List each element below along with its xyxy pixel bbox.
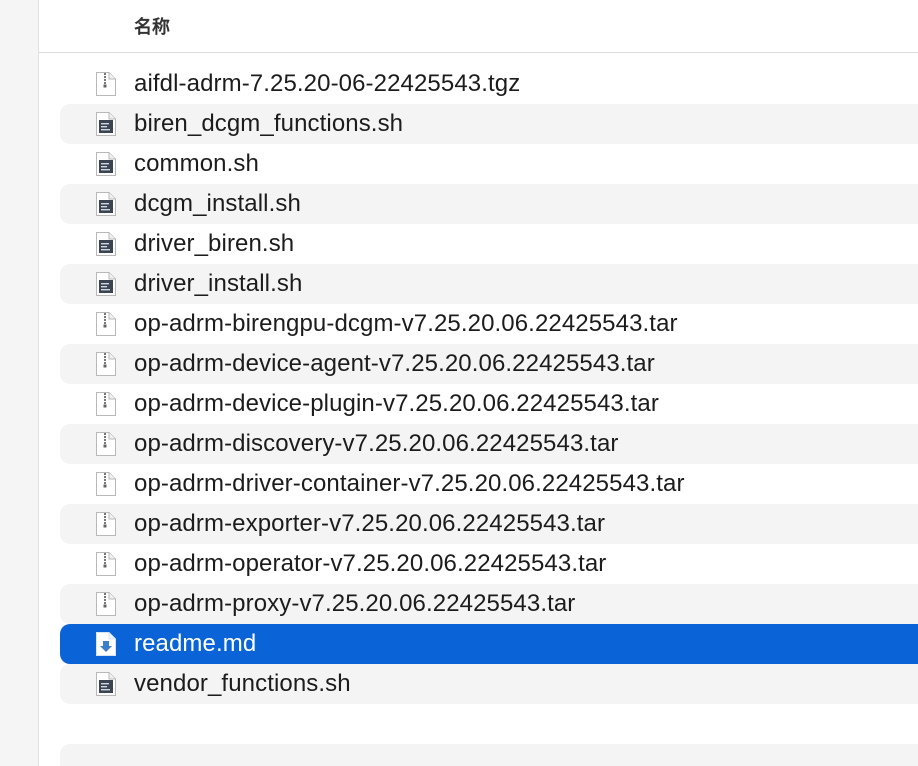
file-row[interactable]: op-adrm-operator-v7.25.20.06.22425543.ta…	[60, 544, 918, 584]
file-name: dcgm_install.sh	[134, 190, 301, 217]
file-name: op-adrm-proxy-v7.25.20.06.22425543.tar	[134, 590, 576, 617]
file-row[interactable]: op-adrm-device-agent-v7.25.20.06.2242554…	[60, 344, 918, 384]
file-name: op-adrm-exporter-v7.25.20.06.22425543.ta…	[134, 510, 606, 537]
script-file-icon	[95, 191, 117, 217]
archive-file-icon	[95, 391, 117, 417]
file-name: common.sh	[134, 150, 259, 177]
archive-file-icon	[95, 591, 117, 617]
finder-window: 名称 aifdl-adrm-7.25.20-06-22425543.tgz bi…	[0, 0, 918, 766]
file-row[interactable]: op-adrm-device-plugin-v7.25.20.06.224255…	[60, 384, 918, 424]
file-name: op-adrm-device-plugin-v7.25.20.06.224255…	[134, 390, 659, 417]
file-row[interactable]: op-adrm-proxy-v7.25.20.06.22425543.tar	[60, 584, 918, 624]
file-name: op-adrm-discovery-v7.25.20.06.22425543.t…	[134, 430, 619, 457]
archive-file-icon	[95, 71, 117, 97]
script-file-icon	[95, 111, 117, 137]
file-row[interactable]: common.sh	[60, 144, 918, 184]
archive-file-icon	[95, 471, 117, 497]
file-name: driver_install.sh	[134, 270, 303, 297]
file-row[interactable]: op-adrm-exporter-v7.25.20.06.22425543.ta…	[60, 504, 918, 544]
file-name: op-adrm-operator-v7.25.20.06.22425543.ta…	[134, 550, 607, 577]
list-header: 名称	[39, 0, 918, 53]
script-file-icon	[95, 151, 117, 177]
file-name: vendor_functions.sh	[134, 670, 351, 697]
file-row[interactable]: op-adrm-driver-container-v7.25.20.06.224…	[60, 464, 918, 504]
file-row[interactable]: readme.md	[60, 624, 918, 664]
script-file-icon	[95, 671, 117, 697]
file-row[interactable]: aifdl-adrm-7.25.20-06-22425543.tgz	[60, 64, 918, 104]
file-row[interactable]: dcgm_install.sh	[60, 184, 918, 224]
file-name: op-adrm-device-agent-v7.25.20.06.2242554…	[134, 350, 655, 377]
file-name: biren_dcgm_functions.sh	[134, 110, 404, 137]
file-name: op-adrm-driver-container-v7.25.20.06.224…	[134, 470, 685, 497]
markdown-file-icon	[95, 631, 117, 657]
file-row[interactable]: vendor_functions.sh	[60, 664, 918, 704]
file-row[interactable]: driver_install.sh	[60, 264, 918, 304]
file-list: aifdl-adrm-7.25.20-06-22425543.tgz biren…	[60, 64, 918, 704]
archive-file-icon	[95, 351, 117, 377]
archive-file-icon	[95, 551, 117, 577]
sidebar-edge	[0, 0, 39, 766]
file-row[interactable]: biren_dcgm_functions.sh	[60, 104, 918, 144]
file-row[interactable]: op-adrm-birengpu-dcgm-v7.25.20.06.224255…	[60, 304, 918, 344]
file-name: op-adrm-birengpu-dcgm-v7.25.20.06.224255…	[134, 310, 678, 337]
file-name: aifdl-adrm-7.25.20-06-22425543.tgz	[134, 70, 521, 97]
empty-list-area	[60, 744, 918, 766]
name-column-header[interactable]: 名称	[134, 13, 170, 39]
archive-file-icon	[95, 311, 117, 337]
file-row[interactable]: op-adrm-discovery-v7.25.20.06.22425543.t…	[60, 424, 918, 464]
archive-file-icon	[95, 431, 117, 457]
script-file-icon	[95, 231, 117, 257]
file-name: readme.md	[134, 630, 257, 657]
file-row[interactable]: driver_biren.sh	[60, 224, 918, 264]
script-file-icon	[95, 271, 117, 297]
file-name: driver_biren.sh	[134, 230, 295, 257]
archive-file-icon	[95, 511, 117, 537]
